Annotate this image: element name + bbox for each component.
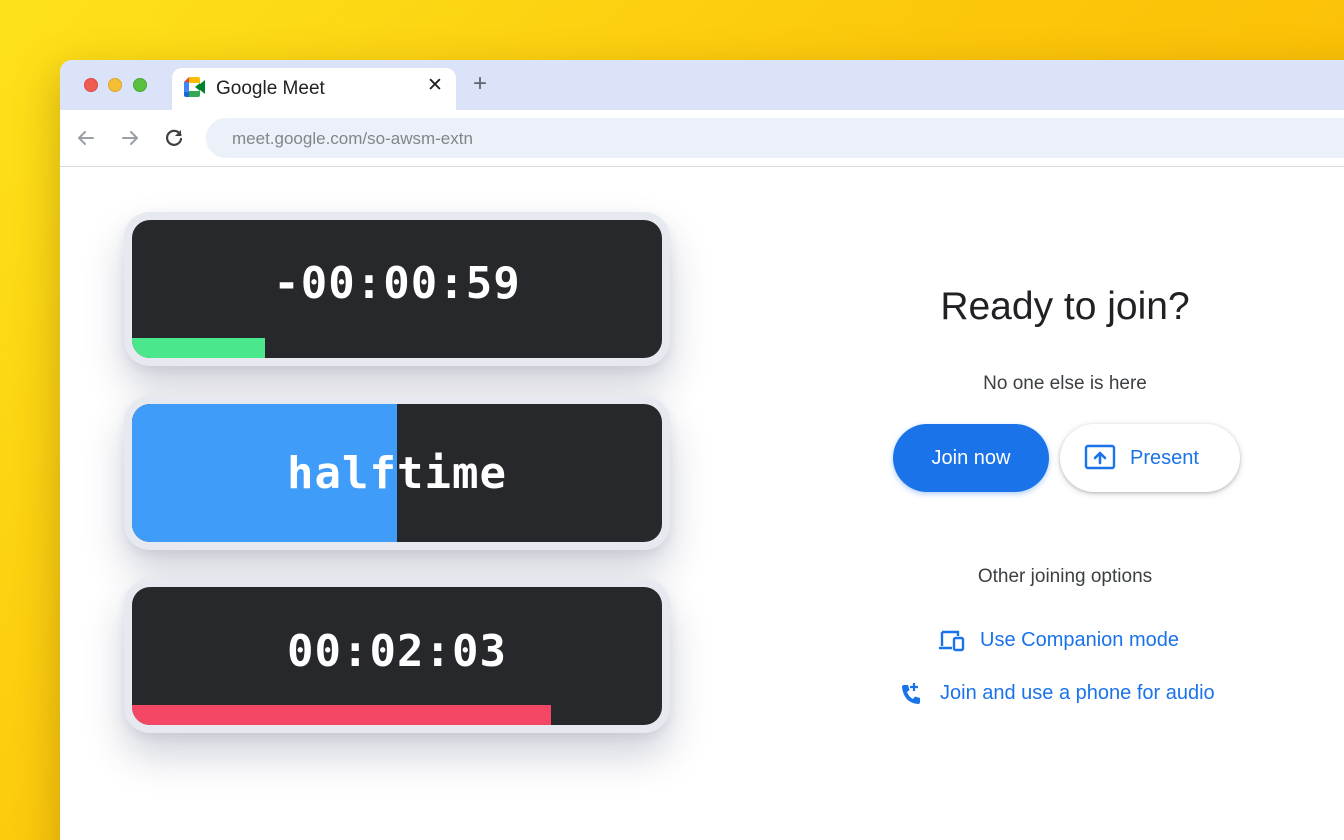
other-options-heading: Other joining options — [977, 566, 1153, 587]
present-screen-icon — [1084, 444, 1116, 470]
back-arrow-icon[interactable] — [74, 126, 98, 150]
maximize-window-button[interactable] — [133, 78, 147, 92]
close-window-button[interactable] — [84, 78, 98, 92]
companion-mode-label: Use Companion mode — [980, 629, 1179, 651]
phone-audio-label: Join and use a phone for audio — [940, 682, 1215, 704]
timer-text: halftime — [287, 447, 507, 499]
tab-title: Google Meet — [216, 78, 325, 99]
present-label: Present — [1130, 447, 1199, 469]
timer-card-elapsed[interactable]: 00:02:03 — [124, 579, 670, 733]
reload-icon[interactable] — [162, 126, 186, 150]
page-title: Ready to join? — [940, 285, 1190, 328]
page-content: -00:00:59 halftime 00:02:03 Ready to joi… — [60, 167, 1344, 840]
tab-bar: Google Meet ✕ + — [60, 60, 1344, 112]
browser-toolbar: meet.google.com/so-awsm-extn — [60, 110, 1344, 167]
minimize-window-button[interactable] — [108, 78, 122, 92]
participants-status: No one else is here — [983, 373, 1147, 394]
timer-card-countdown[interactable]: -00:00:59 — [124, 212, 670, 366]
join-now-button[interactable]: Join now — [893, 424, 1049, 492]
phone-add-icon — [902, 683, 920, 704]
timer-text: -00:00:59 — [273, 257, 521, 309]
present-button[interactable]: Present — [1060, 424, 1240, 492]
forward-arrow-icon[interactable] — [118, 126, 142, 150]
companion-devices-icon — [939, 630, 965, 652]
close-tab-icon[interactable]: ✕ — [424, 75, 446, 97]
browser-window: Google Meet ✕ + meet.google.com/so-awsm-… — [60, 60, 1344, 840]
address-bar[interactable]: meet.google.com/so-awsm-extn — [206, 118, 1344, 158]
new-tab-button[interactable]: + — [468, 72, 492, 96]
timer-display: halftime — [132, 404, 662, 542]
timer-text: 00:02:03 — [287, 625, 507, 677]
timer-card-halftime[interactable]: halftime — [124, 396, 670, 550]
tab-google-meet[interactable]: Google Meet ✕ — [172, 68, 456, 112]
google-meet-icon — [184, 77, 205, 97]
timer-display: 00:02:03 — [132, 587, 662, 725]
timer-display: -00:00:59 — [132, 220, 662, 358]
url-text: meet.google.com/so-awsm-extn — [232, 129, 473, 148]
